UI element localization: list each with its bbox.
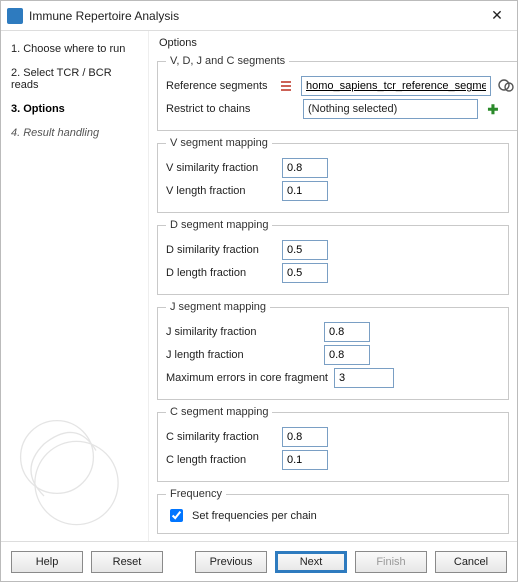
close-icon[interactable]: ✕ bbox=[477, 1, 517, 31]
d-len-label: D length fraction bbox=[166, 267, 276, 279]
j-mapping-legend: J segment mapping bbox=[166, 301, 270, 313]
restrict-label: Restrict to chains bbox=[166, 103, 271, 115]
j-len-label: J length fraction bbox=[166, 349, 276, 361]
j-max-label: Maximum errors in core fragment bbox=[166, 372, 328, 384]
titlebar: Immune Repertoire Analysis ✕ bbox=[1, 1, 517, 31]
dialog-window: Immune Repertoire Analysis ✕ 1. Choose w… bbox=[0, 0, 518, 582]
vdj-legend: V, D, J and C segments bbox=[166, 55, 289, 67]
v-mapping-group: V segment mapping V similarity fraction … bbox=[157, 137, 509, 213]
v-sim-label: V similarity fraction bbox=[166, 162, 276, 174]
d-sim-input[interactable] bbox=[282, 240, 328, 260]
j-mapping-group: J segment mapping J similarity fraction … bbox=[157, 301, 509, 400]
step-2[interactable]: 2. Select TCR / BCR reads bbox=[9, 63, 140, 95]
freq-per-chain-label: Set frequencies per chain bbox=[192, 510, 317, 522]
c-sim-label: C similarity fraction bbox=[166, 431, 276, 443]
next-button[interactable]: Next bbox=[275, 551, 347, 573]
list-icon bbox=[277, 77, 295, 95]
d-mapping-group: D segment mapping D similarity fraction … bbox=[157, 219, 509, 295]
previous-button[interactable]: Previous bbox=[195, 551, 267, 573]
add-chain-icon[interactable]: ✚ bbox=[484, 100, 502, 118]
cancel-button[interactable]: Cancel bbox=[435, 551, 507, 573]
j-sim-input[interactable] bbox=[324, 322, 370, 342]
app-icon bbox=[7, 8, 23, 24]
reset-button[interactable]: Reset bbox=[91, 551, 163, 573]
d-len-input[interactable] bbox=[282, 263, 328, 283]
d-mapping-legend: D segment mapping bbox=[166, 219, 272, 231]
d-sim-label: D similarity fraction bbox=[166, 244, 276, 256]
browse-reference-icon[interactable] bbox=[497, 77, 515, 95]
restrict-value: (Nothing selected) bbox=[308, 103, 397, 115]
frequency-group: Frequency Set frequencies per chain bbox=[157, 488, 509, 534]
vdj-group: V, D, J and C segments Reference segment… bbox=[157, 55, 517, 131]
v-len-label: V length fraction bbox=[166, 185, 276, 197]
v-mapping-legend: V segment mapping bbox=[166, 137, 272, 149]
options-panel: Options V, D, J and C segments Reference… bbox=[149, 31, 517, 541]
step-3[interactable]: 3. Options bbox=[9, 99, 140, 119]
step-1[interactable]: 1. Choose where to run bbox=[9, 39, 140, 59]
reference-input[interactable] bbox=[301, 76, 491, 96]
c-mapping-group: C segment mapping C similarity fraction … bbox=[157, 406, 509, 482]
finish-button: Finish bbox=[355, 551, 427, 573]
button-bar: Help Reset Previous Next Finish Cancel bbox=[1, 541, 517, 581]
restrict-select[interactable]: (Nothing selected) bbox=[303, 99, 478, 119]
step-4[interactable]: 4. Result handling bbox=[9, 123, 140, 143]
wizard-steps: 1. Choose where to run 2. Select TCR / B… bbox=[1, 31, 149, 541]
window-title: Immune Repertoire Analysis bbox=[29, 9, 477, 23]
j-len-input[interactable] bbox=[324, 345, 370, 365]
v-len-input[interactable] bbox=[282, 181, 328, 201]
freq-per-chain-checkbox[interactable] bbox=[170, 509, 183, 522]
frequency-legend: Frequency bbox=[166, 488, 226, 500]
reference-label: Reference segments bbox=[166, 80, 271, 92]
c-mapping-legend: C segment mapping bbox=[166, 406, 272, 418]
j-sim-label: J similarity fraction bbox=[166, 326, 276, 338]
help-button[interactable]: Help bbox=[11, 551, 83, 573]
v-sim-input[interactable] bbox=[282, 158, 328, 178]
c-len-label: C length fraction bbox=[166, 454, 276, 466]
j-max-input[interactable] bbox=[334, 368, 394, 388]
c-sim-input[interactable] bbox=[282, 427, 328, 447]
page-title: Options bbox=[159, 37, 509, 49]
c-len-input[interactable] bbox=[282, 450, 328, 470]
